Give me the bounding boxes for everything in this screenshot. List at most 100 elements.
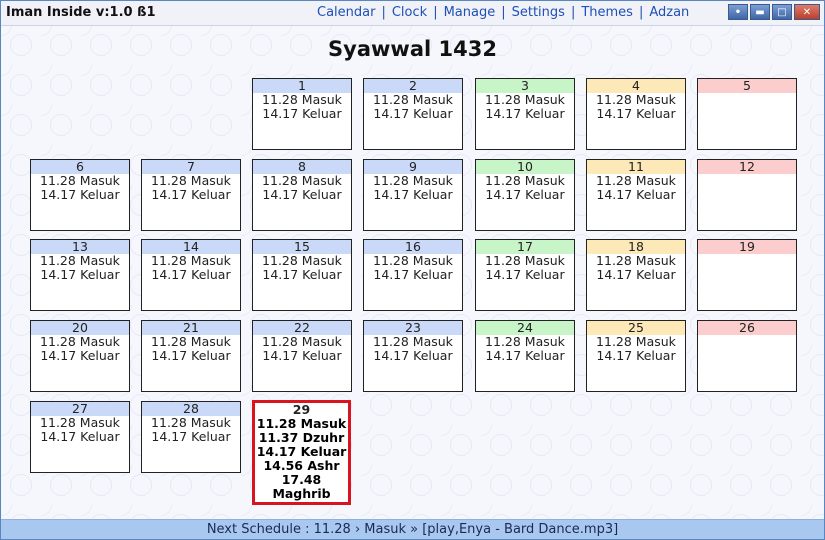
schedule-line: 14.17 Keluar bbox=[373, 267, 453, 282]
calendar-day[interactable]: 23 11.28 Masuk 14.17 Keluar bbox=[363, 320, 463, 392]
menu-settings[interactable]: Settings bbox=[512, 5, 565, 20]
day-number: 29 bbox=[255, 403, 348, 417]
calendar-day[interactable]: 1 11.28 Masuk 14.17 Keluar bbox=[252, 78, 352, 150]
schedule-line: 11.28 Masuk bbox=[40, 253, 120, 268]
calendar-day[interactable]: 24 11.28 Masuk 14.17 Keluar bbox=[475, 320, 575, 392]
calendar-day[interactable]: 8 11.28 Masuk 14.17 Keluar bbox=[252, 159, 352, 231]
day-number: 7 bbox=[142, 160, 240, 174]
day-number: 17 bbox=[476, 240, 574, 254]
day-number: 16 bbox=[364, 240, 462, 254]
calendar-day[interactable]: 5 bbox=[697, 78, 797, 150]
main-menu: Calendar | Clock | Manage | Settings | Themes | Ad… bbox=[317, 5, 689, 20]
day-number: 28 bbox=[142, 402, 240, 416]
day-number: 8 bbox=[253, 160, 351, 174]
calendar-day[interactable]: 16 11.28 Masuk 14.17 Keluar bbox=[363, 239, 463, 311]
schedule-line: 11.28 Masuk bbox=[262, 173, 342, 188]
schedule-line: 14.17 Keluar bbox=[596, 348, 676, 363]
calendar-day[interactable]: 22 11.28 Masuk 14.17 Keluar bbox=[252, 320, 352, 392]
calendar-day[interactable]: 26 bbox=[697, 320, 797, 392]
calendar-day[interactable]: 3 11.28 Masuk 14.17 Keluar bbox=[475, 78, 575, 150]
window-controls: • ▬ □ ✕ bbox=[728, 4, 820, 20]
menu-separator: | bbox=[638, 5, 644, 20]
day-number: 18 bbox=[587, 240, 685, 254]
day-number: 12 bbox=[698, 160, 796, 174]
schedule-line: 14.56 Ashr bbox=[263, 458, 340, 473]
menu-calendar[interactable]: Calendar bbox=[317, 5, 375, 20]
schedule-line: 11.28 Masuk bbox=[151, 334, 231, 349]
calendar-day[interactable]: 9 11.28 Masuk 14.17 Keluar bbox=[363, 159, 463, 231]
day-number: 1 bbox=[253, 79, 351, 93]
calendar-day[interactable]: 12 bbox=[697, 159, 797, 231]
title-bar[interactable]: Iman Inside v:1.0 ß1 Calendar | Clock | Mana… bbox=[1, 1, 824, 26]
day-number: 15 bbox=[253, 240, 351, 254]
schedule-line: 14.17 Keluar bbox=[596, 187, 676, 202]
calendar-day[interactable]: 28 11.28 Masuk 14.17 Keluar bbox=[141, 401, 241, 473]
calendar-day[interactable]: 13 11.28 Masuk 14.17 Keluar bbox=[30, 239, 130, 311]
schedule-line: 11.28 Masuk bbox=[373, 173, 453, 188]
schedule-line: 14.17 Keluar bbox=[262, 267, 342, 282]
day-number: 10 bbox=[476, 160, 574, 174]
day-number: 27 bbox=[31, 402, 129, 416]
calendar-day[interactable]: 25 11.28 Masuk 14.17 Keluar bbox=[586, 320, 686, 392]
minimize-icon[interactable]: ▬ bbox=[750, 4, 770, 20]
menu-manage[interactable]: Manage bbox=[444, 5, 496, 20]
schedule-line: 14.17 Keluar bbox=[373, 106, 453, 121]
schedule-line: 14.17 Keluar bbox=[262, 348, 342, 363]
schedule-line: 11.28 Masuk bbox=[262, 92, 342, 107]
menu-separator: | bbox=[570, 5, 576, 20]
calendar-day[interactable]: 10 11.28 Masuk 14.17 Keluar bbox=[475, 159, 575, 231]
pin-icon[interactable]: • bbox=[728, 4, 748, 20]
day-number: 20 bbox=[31, 321, 129, 335]
calendar-day[interactable]: 15 11.28 Masuk 14.17 Keluar bbox=[252, 239, 352, 311]
schedule-line: 11.28 Masuk bbox=[151, 415, 231, 430]
schedule-line: 11.28 Masuk bbox=[40, 173, 120, 188]
day-number: 26 bbox=[698, 321, 796, 335]
schedule-line: 11.28 Masuk bbox=[256, 416, 347, 431]
schedule-line: 11.28 Masuk bbox=[596, 253, 676, 268]
calendar-day[interactable]: 14 11.28 Masuk 14.17 Keluar bbox=[141, 239, 241, 311]
day-number: 24 bbox=[476, 321, 574, 335]
app-window: Iman Inside v:1.0 ß1 Calendar | Clock | Mana… bbox=[0, 0, 825, 540]
status-bar: Next Schedule : 11.28 › Masuk » [play,En… bbox=[1, 519, 824, 539]
schedule-line: 14.17 Keluar bbox=[373, 348, 453, 363]
close-icon[interactable]: ✕ bbox=[794, 4, 820, 20]
app-title: Iman Inside v:1.0 ß1 bbox=[6, 5, 156, 20]
menu-separator: | bbox=[381, 5, 386, 20]
calendar-day[interactable]: 2 11.28 Masuk 14.17 Keluar bbox=[363, 78, 463, 150]
schedule-line: 14.17 Keluar bbox=[40, 348, 120, 363]
schedule-line: 11.37 Dzuhr bbox=[258, 430, 345, 445]
calendar-day-today[interactable]: 29 11.28 Masuk 11.37 Dzuhr 14.17 Keluar 14.5… bbox=[252, 400, 351, 505]
maximize-icon[interactable]: □ bbox=[772, 4, 792, 20]
calendar-day[interactable]: 18 11.28 Masuk 14.17 Keluar bbox=[586, 239, 686, 311]
schedule-line: 14.17 Keluar bbox=[596, 106, 676, 121]
calendar-day[interactable]: 19 bbox=[697, 239, 797, 311]
schedule-line: 14.17 Keluar bbox=[151, 187, 231, 202]
schedule-line: 11.28 Masuk bbox=[596, 334, 676, 349]
day-number: 21 bbox=[142, 321, 240, 335]
calendar-day[interactable]: 6 11.28 Masuk 14.17 Keluar bbox=[30, 159, 130, 231]
schedule-line: 11.28 Masuk bbox=[485, 253, 565, 268]
menu-themes[interactable]: Themes bbox=[581, 5, 633, 20]
calendar-day[interactable]: 17 11.28 Masuk 14.17 Keluar bbox=[475, 239, 575, 311]
menu-adzan[interactable]: Adzan bbox=[649, 5, 689, 20]
day-number: 5 bbox=[698, 79, 796, 93]
day-number: 22 bbox=[253, 321, 351, 335]
schedule-line: 11.28 Masuk bbox=[262, 334, 342, 349]
schedule-line: 11.28 Masuk bbox=[485, 92, 565, 107]
day-number: 3 bbox=[476, 79, 574, 93]
schedule-line: 11.28 Masuk bbox=[262, 253, 342, 268]
calendar-day[interactable]: 4 11.28 Masuk 14.17 Keluar bbox=[586, 78, 686, 150]
menu-clock[interactable]: Clock bbox=[392, 5, 427, 20]
menu-separator: | bbox=[501, 5, 506, 20]
schedule-line: 14.17 Keluar bbox=[40, 429, 120, 444]
schedule-line: 11.28 Masuk bbox=[40, 334, 120, 349]
calendar-day[interactable]: 11 11.28 Masuk 14.17 Keluar bbox=[586, 159, 686, 231]
schedule-line: 11.28 Masuk bbox=[596, 92, 676, 107]
schedule-line: 17.48 bbox=[281, 472, 322, 487]
month-title: Syawwal 1432 bbox=[328, 37, 497, 61]
calendar-day[interactable]: 20 11.28 Masuk 14.17 Keluar bbox=[30, 320, 130, 392]
calendar-day[interactable]: 7 11.28 Masuk 14.17 Keluar bbox=[141, 159, 241, 231]
schedule-line: Maghrib bbox=[272, 486, 331, 501]
calendar-day[interactable]: 27 11.28 Masuk 14.17 Keluar bbox=[30, 401, 130, 473]
calendar-day[interactable]: 21 11.28 Masuk 14.17 Keluar bbox=[141, 320, 241, 392]
